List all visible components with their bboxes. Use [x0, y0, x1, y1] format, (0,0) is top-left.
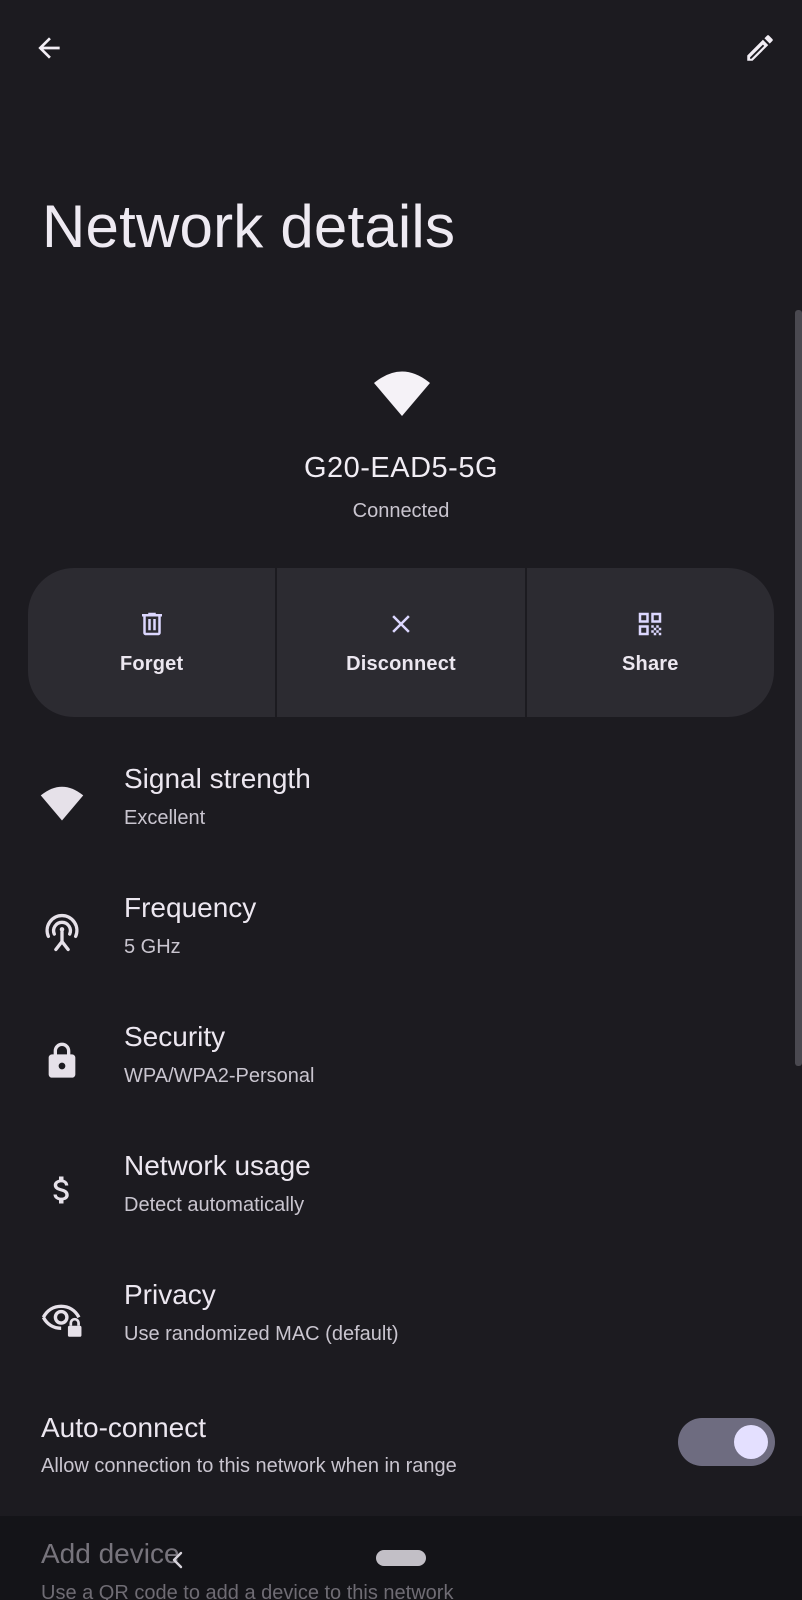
network-usage-row[interactable]: Network usage Detect automatically	[0, 1150, 795, 1270]
signal-strength-value: Excellent	[124, 807, 206, 829]
connection-status: Connected	[352, 500, 450, 522]
back-button[interactable]	[19, 18, 79, 78]
auto-connect-subtitle: Allow connection to this network when in…	[41, 1455, 457, 1477]
forget-button[interactable]: Forget	[28, 568, 276, 717]
trash-icon	[137, 609, 167, 639]
add-device-title[interactable]: Add device	[41, 1538, 180, 1570]
security-row[interactable]: Security WPA/WPA2-Personal	[0, 1021, 795, 1141]
close-icon	[386, 609, 416, 639]
disconnect-label: Disconnect	[346, 653, 456, 675]
network-details-screen: Network details G20-EAD5-5G Connected Fo…	[0, 0, 802, 1600]
wifi-icon	[374, 371, 430, 416]
frequency-title: Frequency	[124, 892, 257, 923]
arrow-left-icon	[38, 37, 60, 59]
privacy-title: Privacy	[124, 1279, 216, 1310]
pencil-icon	[747, 35, 773, 61]
frequency-value: 5 GHz	[124, 936, 181, 958]
action-bar: Forget Disconnect Share	[28, 568, 774, 717]
forget-label: Forget	[119, 653, 184, 675]
nav-back-icon[interactable]	[168, 1548, 188, 1572]
security-title: Security	[124, 1021, 226, 1052]
nav-home-handle[interactable]	[376, 1550, 426, 1566]
scrollbar[interactable]	[795, 310, 802, 1066]
qr-code-icon	[635, 609, 665, 639]
signal-strength-title: Signal strength	[124, 763, 311, 794]
wifi-icon	[40, 781, 84, 825]
privacy-row[interactable]: Privacy Use randomized MAC (default)	[0, 1279, 795, 1399]
signal-strength-row[interactable]: Signal strength Excellent	[0, 763, 795, 883]
share-button[interactable]: Share	[526, 568, 774, 717]
network-usage-title: Network usage	[124, 1150, 311, 1181]
auto-connect-toggle[interactable]	[678, 1418, 775, 1466]
privacy-value: Use randomized MAC (default)	[124, 1323, 399, 1345]
toggle-knob	[734, 1425, 768, 1459]
share-label: Share	[622, 653, 679, 675]
page-title: Network details	[42, 193, 456, 260]
disconnect-button[interactable]: Disconnect	[277, 568, 525, 717]
antenna-icon	[40, 910, 84, 954]
network-ssid: G20-EAD5-5G	[303, 452, 499, 484]
edit-button[interactable]	[730, 18, 790, 78]
auto-connect-title: Auto-connect	[41, 1412, 206, 1443]
dollar-icon	[40, 1168, 84, 1212]
network-usage-value: Detect automatically	[124, 1194, 305, 1216]
add-device-subtitle: Use a QR code to add a device to this ne…	[41, 1582, 454, 1600]
lock-icon	[40, 1039, 84, 1083]
eye-lock-icon	[40, 1297, 84, 1341]
security-value: WPA/WPA2-Personal	[124, 1065, 315, 1087]
frequency-row[interactable]: Frequency 5 GHz	[0, 892, 795, 1012]
